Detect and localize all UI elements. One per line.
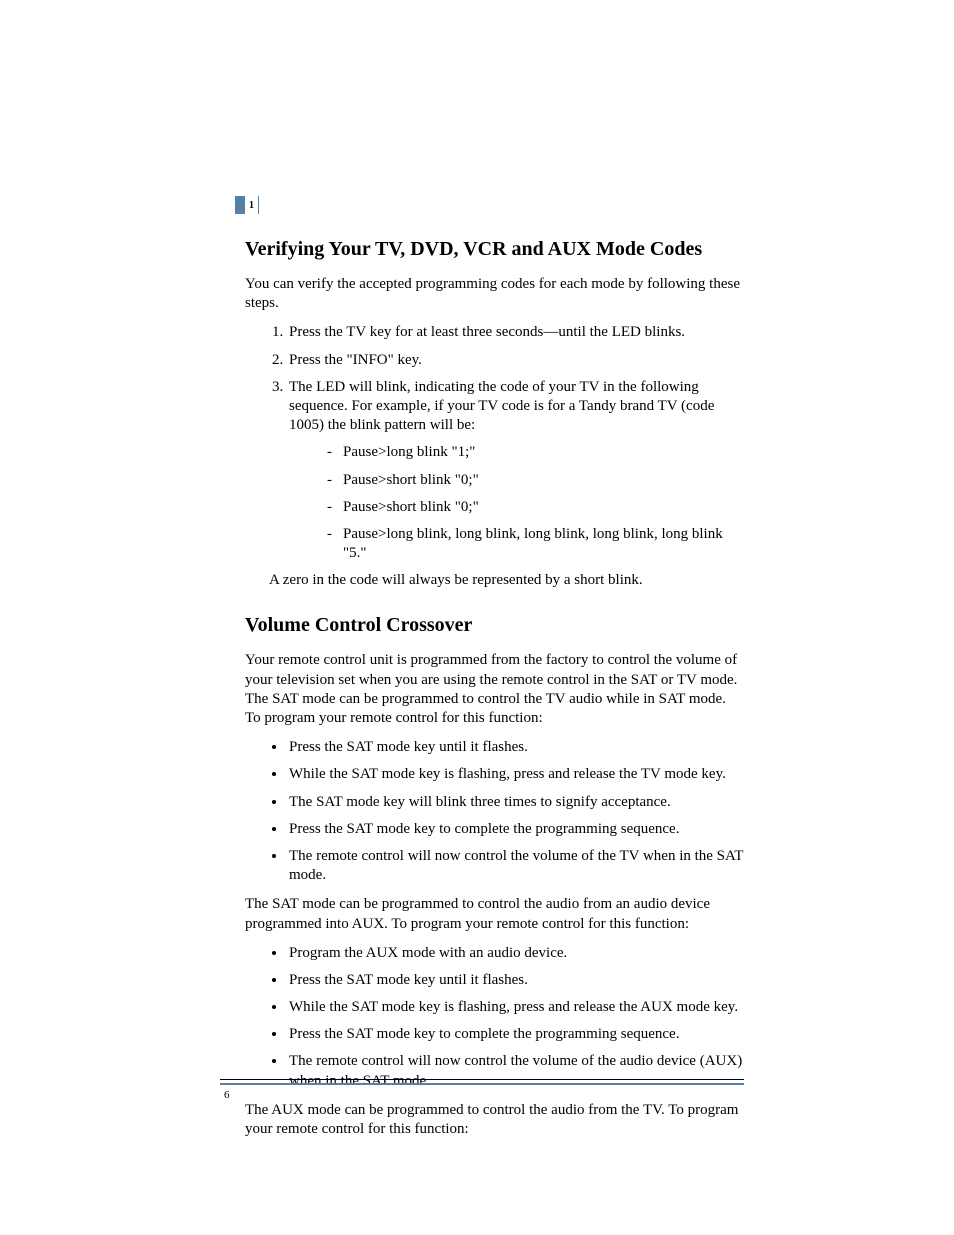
blink-item: Pause>long blink "1;" <box>327 443 744 462</box>
step-2: Press the "INFO" key. <box>287 351 744 370</box>
step-3-text: The LED will blink, indicating the code … <box>289 379 714 433</box>
list-item: While the SAT mode key is flashing, pres… <box>287 765 744 784</box>
section1-tail: A zero in the code will always be repres… <box>269 571 744 590</box>
chapter-number: 1 <box>245 196 259 214</box>
list-item: The remote control will now control the … <box>287 847 744 885</box>
blink-item: Pause>short blink "0;" <box>327 471 744 490</box>
list-item: While the SAT mode key is flashing, pres… <box>287 998 744 1017</box>
section2-list1: Press the SAT mode key until it flashes.… <box>245 738 744 885</box>
section-heading-volume: Volume Control Crossover <box>245 614 744 637</box>
list-item: Program the AUX mode with an audio devic… <box>287 944 744 963</box>
page-content: Verifying Your TV, DVD, VCR and AUX Mode… <box>245 238 744 1139</box>
list-item: The SAT mode key will blink three times … <box>287 793 744 812</box>
section2-list2: Program the AUX mode with an audio devic… <box>245 944 744 1091</box>
blink-pattern-list: Pause>long blink "1;" Pause>short blink … <box>289 443 744 563</box>
step-1: Press the TV key for at least three seco… <box>287 323 744 342</box>
list-item: Press the SAT mode key until it flashes. <box>287 738 744 757</box>
section1-intro: You can verify the accepted programming … <box>245 275 744 313</box>
list-item: Press the SAT mode key to complete the p… <box>287 1025 744 1044</box>
footer-rule <box>220 1079 744 1085</box>
document-page: 1 Verifying Your TV, DVD, VCR and AUX Mo… <box>0 0 954 1235</box>
blink-item: Pause>long blink, long blink, long blink… <box>327 525 744 563</box>
list-item: The remote control will now control the … <box>287 1052 744 1090</box>
blink-item: Pause>short blink "0;" <box>327 498 744 517</box>
list-item: Press the SAT mode key until it flashes. <box>287 971 744 990</box>
list-item: Press the SAT mode key to complete the p… <box>287 820 744 839</box>
section1-steps: Press the TV key for at least three seco… <box>245 323 744 563</box>
section2-p2: The SAT mode can be programmed to contro… <box>245 895 744 933</box>
chapter-marker-bar <box>235 196 245 214</box>
page-number: 6 <box>224 1089 230 1101</box>
step-3: The LED will blink, indicating the code … <box>287 378 744 564</box>
chapter-marker: 1 <box>235 196 259 214</box>
section2-p1: Your remote control unit is programmed f… <box>245 651 744 728</box>
section-heading-verify: Verifying Your TV, DVD, VCR and AUX Mode… <box>245 238 744 261</box>
section2-p3: The AUX mode can be programmed to contro… <box>245 1101 744 1139</box>
